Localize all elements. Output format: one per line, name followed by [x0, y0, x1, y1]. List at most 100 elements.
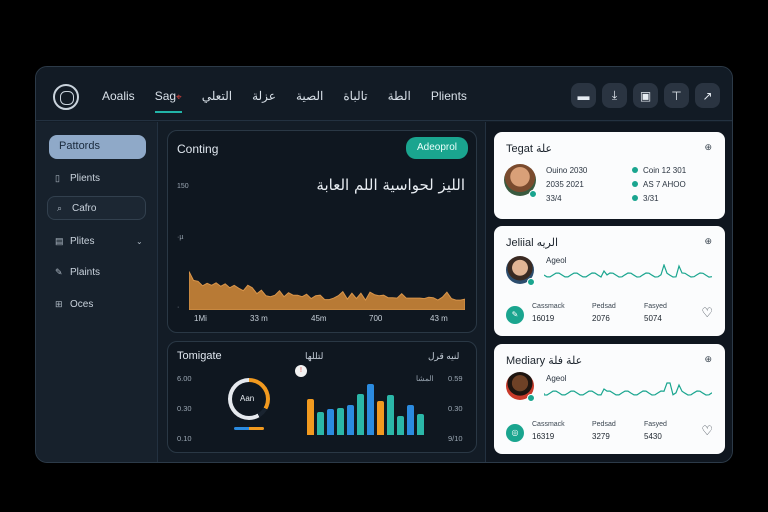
- x-tick: 1Mi: [194, 314, 207, 323]
- card-meta-value: Coin 12 301: [643, 166, 687, 175]
- card-meta: 3/31: [632, 194, 659, 203]
- download-icon[interactable]: ⤓: [602, 83, 627, 108]
- x-tick: 45m: [311, 314, 327, 323]
- donut-label: Aan: [240, 394, 255, 403]
- stat-label: Pedsad: [592, 303, 616, 310]
- stat-value: 5430: [644, 432, 662, 441]
- sidebar-primary-button[interactable]: Pattords: [49, 135, 146, 159]
- bar: [337, 407, 344, 435]
- search-icon: ⌕: [57, 202, 63, 213]
- sidebar-item-plaints[interactable]: ✎ Plaints: [55, 267, 100, 278]
- card-title: Mediary ﻋﻠﺔ ﻓﻠﺔ: [506, 355, 583, 367]
- brain-logo-icon[interactable]: [53, 84, 79, 110]
- card-meta: AS 7 AHOO: [632, 180, 686, 189]
- card-title: Tegat ﻋﻠﺔ: [506, 143, 553, 155]
- nav-item-3[interactable]: ﺍﻟﺘﻌﻠﻲ: [202, 89, 232, 113]
- status-dot: [632, 195, 638, 201]
- patient-card[interactable]: Mediary ﻋﻠﺔ ﻓﻠﺔ ⊕ Ageol ◎ Cassmack 16319…: [494, 344, 725, 454]
- stat-value: 16019: [532, 314, 555, 323]
- bar: [387, 395, 394, 435]
- stat-label: Fasyed: [644, 303, 667, 310]
- bar-chart-panel: Tomigate ﻟﺘﻠﻠﻬﺎ ﻟﻨﻴﻪ ﻗﺮﻝ 6.00 0.30 0.10 …: [167, 341, 477, 453]
- pin-icon[interactable]: ⊕: [704, 354, 712, 365]
- bar: [407, 404, 414, 435]
- pin-icon[interactable]: ⊤: [664, 83, 689, 108]
- nav-item-aoalis[interactable]: Aoalis: [102, 89, 135, 113]
- stat-value: 2076: [592, 314, 610, 323]
- patient-card[interactable]: Tegat ﻋﻠﺔ ⊕ Ouino 2030 2035 2021 33/4 Co…: [494, 132, 725, 219]
- bar: [417, 414, 424, 435]
- sidebar-item-oces[interactable]: ⊞ Oces: [55, 299, 93, 310]
- panel-subtitle: ﻟﻨﻴﻪ ﻗﺮﻝ: [428, 351, 460, 361]
- y-tick: 9/10: [448, 434, 463, 443]
- right-column: Tegat ﻋﻠﺔ ⊕ Ouino 2030 2035 2021 33/4 Co…: [485, 122, 732, 462]
- bar: [377, 400, 384, 435]
- grid-icon: ⊞: [55, 299, 63, 309]
- edit-icon[interactable]: ✎: [506, 306, 524, 324]
- app-window: Aoalis Sag⌖ ﺍﻟﺘﻌﻠﻲ ﻋﺰﻟﺔ ﺍﻟﺼﻴﺔ ﺗﺎﻟﺒﺎﺓ ﺍﻟﻄ…: [35, 66, 733, 463]
- stat-label: Pedsad: [592, 421, 616, 428]
- y-tick: 0.59: [448, 374, 463, 383]
- folder-icon[interactable]: ▣: [633, 83, 658, 108]
- sidebar-item-cafro[interactable]: ⌕ Cafro: [47, 196, 146, 220]
- status-dot: [527, 278, 535, 286]
- bar: [317, 411, 324, 435]
- area-series: [189, 271, 465, 310]
- top-icon-group: ▬ ⤓ ▣ ⊤ ↗: [565, 83, 720, 108]
- share-icon[interactable]: ↗: [695, 83, 720, 108]
- bar: [327, 408, 334, 435]
- panel-title: Conting: [177, 142, 219, 156]
- sidebar-item-plites[interactable]: ▤ Plites: [55, 236, 94, 247]
- chat-icon[interactable]: ▬: [571, 83, 596, 108]
- heart-icon[interactable]: ♡: [701, 305, 713, 321]
- document-icon: ▯: [55, 173, 60, 183]
- chevron-down-icon[interactable]: ⌄: [136, 237, 143, 246]
- stat-value: 3279: [592, 432, 610, 441]
- stat-label: Fasyed: [644, 421, 667, 428]
- status-dot: [632, 167, 638, 173]
- status-dot: [632, 181, 638, 187]
- nav-item-6[interactable]: ﺗﺎﻟﺒﺎﺓ: [343, 89, 367, 113]
- ecg-line: [544, 264, 712, 278]
- y-tick: 6.00: [177, 374, 192, 383]
- heart-icon[interactable]: ♡: [701, 423, 713, 439]
- x-tick: 43 m: [430, 314, 448, 323]
- stat-value: 5074: [644, 314, 662, 323]
- y-tick: 0.30: [448, 404, 463, 413]
- pen-icon: ✎: [55, 267, 63, 277]
- sidebar: Pattords ▯ Plients ⌕ Cafro ▤ Plites ⌄ ✎ …: [36, 122, 158, 462]
- y-tick: 0.10: [177, 434, 192, 443]
- x-tick: 33 m: [250, 314, 268, 323]
- bar: [357, 393, 364, 435]
- target-icon: ⌖: [176, 92, 182, 103]
- patient-card[interactable]: Jeliial ﺍﻟﺮﻳﻪ ⊕ Ageol ✎ Cassmack 16019 P…: [494, 226, 725, 336]
- panel-subtitle: ﻟﺘﻠﻠﻬﺎ: [305, 351, 324, 361]
- ecg-line: [544, 382, 712, 396]
- ecg-waveform: [544, 264, 712, 278]
- sidebar-item-label: Plients: [70, 173, 101, 184]
- nav-item-5[interactable]: ﺍﻟﺼﻴﺔ: [296, 89, 323, 113]
- nav-item-sag[interactable]: Sag⌖: [154, 89, 182, 113]
- settings-icon[interactable]: ◎: [506, 424, 524, 442]
- card-meta-value: 3/31: [643, 194, 659, 203]
- x-tick: 700: [369, 314, 383, 323]
- nav-item-plients[interactable]: Plients: [431, 89, 467, 113]
- bar: [367, 384, 374, 435]
- card-meta: 2035 2021: [546, 180, 584, 189]
- card-meta-value: AS 7 AHOO: [643, 180, 686, 189]
- sidebar-item-label: Cafro: [72, 202, 97, 214]
- pin-icon[interactable]: ⊕: [704, 142, 712, 153]
- pin-icon[interactable]: ⊕: [704, 236, 712, 247]
- stat-value: 16319: [532, 432, 555, 441]
- alert-icon[interactable]: !: [295, 365, 307, 377]
- sidebar-item-label: Plaints: [70, 267, 101, 278]
- stat-label: Cassmack: [532, 421, 565, 428]
- nav-item-4[interactable]: ﻋﺰﻟﺔ: [252, 89, 276, 113]
- nav-item-7[interactable]: ﺍﻟﻄﺔ: [388, 89, 411, 113]
- card-title: Jeliial ﺍﻟﺮﻳﻪ: [506, 237, 559, 249]
- card-meta: 33/4: [546, 194, 562, 203]
- status-badge[interactable]: Adeoprol: [406, 137, 468, 159]
- sidebar-item-plients[interactable]: ▯ Plients: [55, 173, 100, 184]
- y-tick: 150: [177, 183, 189, 190]
- y-tick: ·µ: [177, 234, 184, 241]
